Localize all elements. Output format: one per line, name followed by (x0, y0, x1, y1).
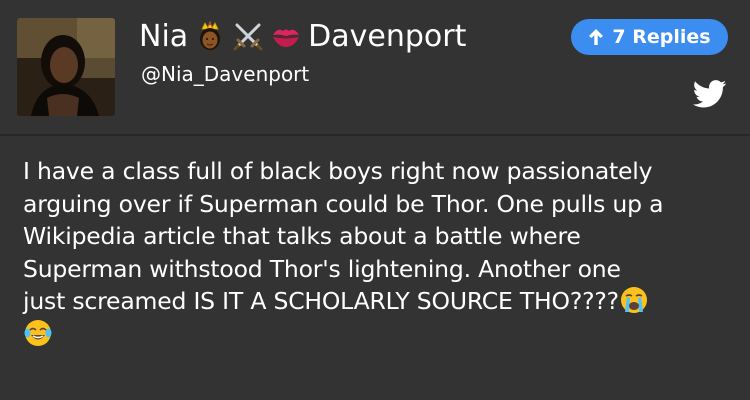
crossed-swords-icon (232, 20, 264, 52)
arrow-up-icon (589, 29, 604, 45)
avatar-image (17, 18, 115, 116)
replies-label: 7 Replies (612, 26, 711, 48)
tweet-line: just screamed IS IT A SCHOLARLY SOURCE T… (23, 287, 619, 316)
tweet-line: Wikipedia article that talks about a bat… (23, 222, 581, 251)
loudly-crying-face-icon (619, 285, 649, 315)
princess-emoji-icon (194, 20, 226, 52)
kiss-mark-icon (270, 20, 302, 52)
replies-button[interactable]: 7 Replies (571, 19, 728, 55)
tweet-line: arguing over if Superman could be Thor. … (23, 189, 664, 218)
twitter-bird-icon[interactable] (692, 80, 727, 108)
tweet-line: I have a class full of black boys right … (23, 157, 653, 185)
user-handle[interactable]: @Nia_Davenport (141, 62, 309, 86)
display-name[interactable]: Nia Davenport (139, 16, 466, 56)
face-with-tears-of-joy-icon (23, 318, 53, 348)
header-divider (0, 134, 750, 136)
tweet-body: I have a class full of black boys right … (23, 155, 728, 351)
tweet-line: Superman withstood Thor's lightening. An… (23, 254, 621, 283)
tweet-line-emoji (23, 318, 728, 351)
display-name-first: Nia (139, 18, 189, 54)
display-name-last: Davenport (308, 18, 467, 54)
avatar[interactable] (17, 18, 115, 116)
tweet-line-with-emoji: just screamed IS IT A SCHOLARLY SOURCE T… (23, 285, 728, 318)
